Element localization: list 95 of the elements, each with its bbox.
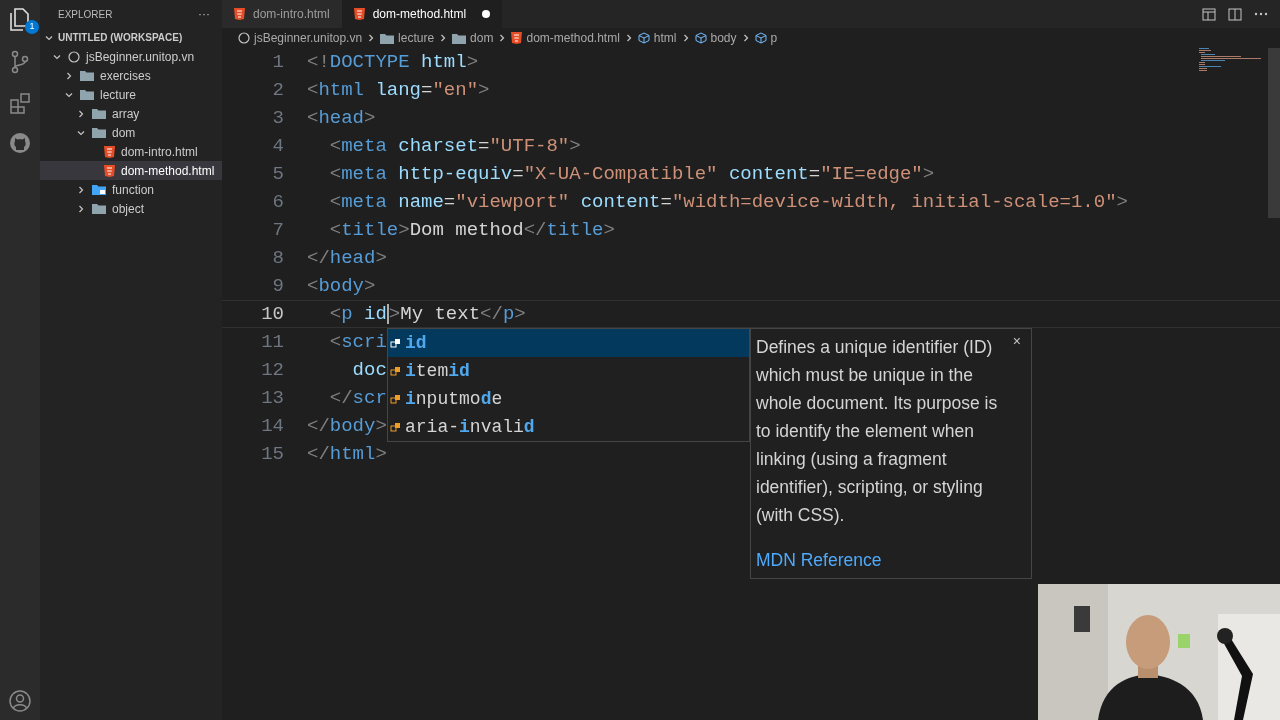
code-line: <p id>My text</p> xyxy=(328,301,526,327)
code-line: <head> xyxy=(307,105,376,131)
close-button[interactable]: × xyxy=(1012,331,1021,352)
chevron-right-icon xyxy=(76,184,86,195)
cube-icon xyxy=(754,32,767,44)
line-number: 2 xyxy=(271,77,284,103)
line-number: 15 xyxy=(260,441,284,467)
line-number: 13 xyxy=(260,385,284,411)
cube-icon xyxy=(637,32,650,44)
chevron-right-icon xyxy=(76,108,86,119)
chevron-right-icon xyxy=(76,203,86,214)
files-icon[interactable] xyxy=(9,8,31,32)
breadcrumb-item[interactable]: body xyxy=(710,29,737,47)
breadcrumb-item[interactable]: html xyxy=(653,29,677,47)
line-number: 3 xyxy=(271,105,284,131)
suggestion-item[interactable]: inputmode xyxy=(388,385,749,413)
chevron-right-icon xyxy=(64,70,74,81)
code-line: <html lang="en"> xyxy=(307,77,490,103)
folder-icon xyxy=(452,32,467,44)
property-icon xyxy=(390,393,402,405)
breadcrumb-item[interactable]: dom xyxy=(470,29,494,47)
tree-item[interactable]: exercises xyxy=(40,66,222,85)
code-line: <title>Dom method</title> xyxy=(328,217,615,243)
code-line: <scri xyxy=(328,329,387,355)
line-number: 8 xyxy=(271,245,284,271)
tree-item[interactable]: array xyxy=(40,104,222,123)
cube-icon xyxy=(694,32,707,44)
extensions-icon[interactable] xyxy=(9,92,31,114)
line-number: 4 xyxy=(271,133,284,159)
html-file-icon xyxy=(104,145,115,158)
line-number: 9 xyxy=(271,273,284,299)
tree-item[interactable]: lecture xyxy=(40,85,222,104)
suggestion-item[interactable]: aria-invalid xyxy=(388,413,749,441)
code-line: <meta http-equiv="X-UA-Compatible" content="IE=edge"> xyxy=(328,161,935,187)
split-editor-icon[interactable] xyxy=(1228,7,1242,21)
folder-icon xyxy=(92,203,106,214)
notification-badge: 1 xyxy=(25,20,39,34)
source-control-icon[interactable] xyxy=(9,50,31,74)
tree-item[interactable]: jsBeginner.unitop.vn xyxy=(40,47,222,66)
code-line: doc xyxy=(351,357,387,383)
breadcrumb-item[interactable]: lecture xyxy=(398,29,435,47)
mdn-reference-link[interactable]: MDN Reference xyxy=(756,547,1009,574)
code-line: </body> xyxy=(307,413,387,439)
property-icon xyxy=(390,337,402,349)
documentation-text: Defines a unique identifier (ID) which must be unique in the whole document. Its purpose is to identify the element when linking (using a fragment identifier), scripting, or styling (with CSS). xyxy=(756,336,999,527)
property-icon xyxy=(390,365,402,377)
folder-icon xyxy=(380,32,395,44)
circle-icon xyxy=(68,50,80,63)
editor-tab[interactable]: dom-method.html xyxy=(341,0,503,28)
tree-item[interactable]: dom-method.html xyxy=(40,161,222,180)
line-number: 10 xyxy=(260,301,284,327)
code-line: </scr xyxy=(328,385,387,411)
workspace-header[interactable]: UNTITLED (WORKSPACE) xyxy=(40,28,222,47)
line-number: 1 xyxy=(271,49,284,75)
folder-icon xyxy=(92,108,106,119)
scrollbar[interactable] xyxy=(1268,48,1280,218)
code-line: <body> xyxy=(307,273,376,299)
folder-icon xyxy=(80,70,94,81)
breadcrumb-item[interactable]: p xyxy=(770,29,778,47)
editor-tab[interactable]: dom-intro.html xyxy=(222,0,342,28)
circle-icon xyxy=(238,32,250,44)
line-number: 6 xyxy=(271,189,284,215)
tree-item[interactable]: dom xyxy=(40,123,222,142)
html-file-icon xyxy=(511,32,523,44)
more-actions-button[interactable]: ··· xyxy=(198,5,210,23)
property-icon xyxy=(390,421,402,433)
html-file-icon xyxy=(234,8,245,20)
code-line: </html> xyxy=(307,441,387,467)
html-file-icon xyxy=(104,164,115,177)
code-line: <meta charset="UTF-8"> xyxy=(328,133,581,159)
folder-icon xyxy=(80,89,94,100)
open-preview-icon[interactable] xyxy=(1202,7,1216,21)
suggestion-item[interactable]: id xyxy=(388,329,749,357)
breadcrumb-item[interactable]: dom-method.html xyxy=(526,29,620,47)
more-icon[interactable] xyxy=(1254,12,1268,16)
folder-icon xyxy=(92,184,106,195)
html-file-icon xyxy=(353,8,365,20)
code-line: </head> xyxy=(307,245,387,271)
tree-item[interactable]: object xyxy=(40,199,222,218)
folder-icon xyxy=(92,127,106,138)
github-icon[interactable] xyxy=(9,132,31,154)
account-icon[interactable] xyxy=(9,690,31,712)
explorer-title: EXPLORER xyxy=(58,7,113,22)
breadcrumb-item[interactable]: jsBeginner.unitop.vn xyxy=(254,29,363,47)
tree-item[interactable]: dom-intro.html xyxy=(40,142,222,161)
line-number: 14 xyxy=(260,413,284,439)
line-number: 11 xyxy=(260,329,284,355)
code-line: <!DOCTYPE html> xyxy=(307,49,479,75)
line-number: 5 xyxy=(271,161,284,187)
tree-item[interactable]: function xyxy=(40,180,222,199)
line-number: 7 xyxy=(271,217,284,243)
line-number: 12 xyxy=(260,357,284,383)
minimap-drawing xyxy=(1198,48,1262,74)
suggestion-item[interactable]: itemid xyxy=(388,357,749,385)
code-line: <meta name="viewport" content="width=device-width, initial-scale=1.0"> xyxy=(328,189,1128,215)
